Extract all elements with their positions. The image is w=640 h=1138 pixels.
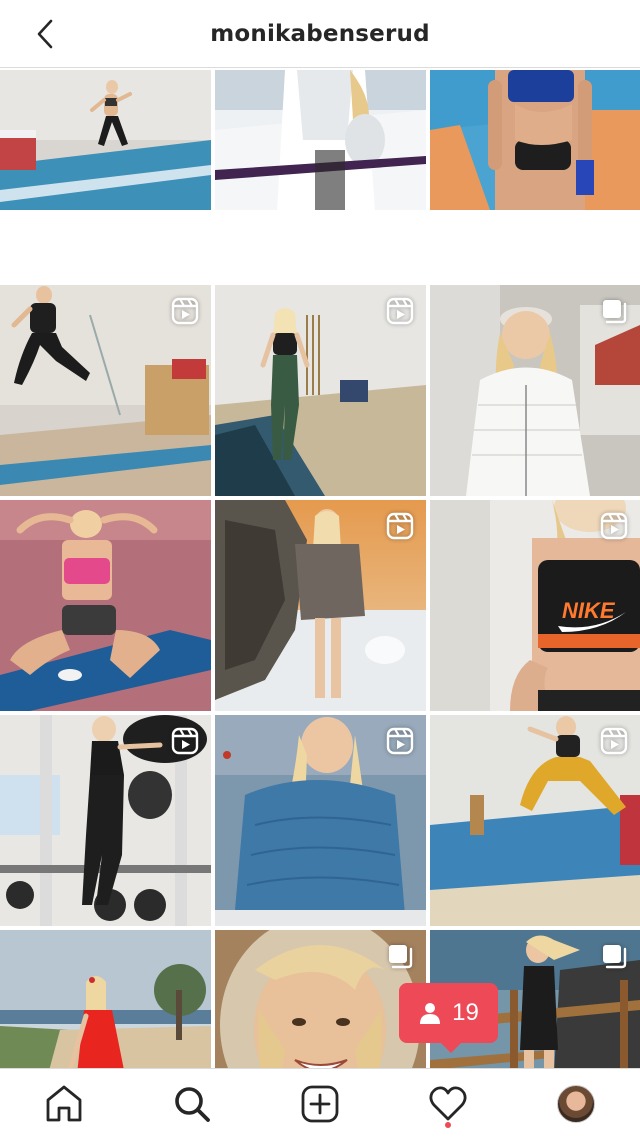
bottom-tab-bar: [0, 1068, 640, 1138]
reels-icon: [600, 512, 628, 540]
post-image: [0, 930, 211, 1068]
post-tile[interactable]: NIKE: [430, 500, 640, 711]
post-tile[interactable]: [215, 715, 426, 926]
post-tile[interactable]: [0, 70, 211, 281]
post-image: [430, 70, 640, 210]
carousel-icon: [600, 297, 628, 325]
chevron-left-icon: [37, 19, 53, 49]
reels-icon: [600, 727, 628, 755]
reels-icon: [171, 727, 199, 755]
tab-home[interactable]: [34, 1074, 94, 1134]
post-tile[interactable]: [215, 70, 426, 281]
notification-count: 19: [452, 999, 479, 1026]
header-bar: monikabenserud: [0, 0, 640, 68]
tab-new-post[interactable]: [290, 1074, 350, 1134]
tab-activity[interactable]: [418, 1074, 478, 1134]
post-tile[interactable]: [215, 930, 426, 1068]
reels-icon: [386, 297, 414, 325]
reels-icon: [386, 727, 414, 755]
post-tile[interactable]: [430, 70, 640, 281]
post-tile[interactable]: [0, 715, 211, 926]
carousel-icon: [386, 942, 414, 970]
post-image: [215, 70, 426, 210]
new-post-icon: [301, 1085, 339, 1122]
activity-dot: [445, 1121, 451, 1128]
carousel-icon: [600, 942, 628, 970]
post-tile[interactable]: [430, 285, 640, 496]
post-tile[interactable]: [430, 715, 640, 926]
activity-heart-icon: [429, 1085, 467, 1120]
nike-logo-text: NIKE: [562, 598, 616, 623]
reels-icon: [171, 297, 199, 325]
post-tile[interactable]: [215, 500, 426, 711]
reels-icon: [386, 512, 414, 540]
tab-search[interactable]: [162, 1074, 222, 1134]
new-followers-notification[interactable]: 19: [399, 983, 498, 1053]
tab-profile[interactable]: [546, 1074, 606, 1134]
profile-avatar: [557, 1084, 595, 1123]
back-button[interactable]: [28, 16, 62, 52]
home-icon: [46, 1085, 82, 1121]
post-tile[interactable]: [0, 500, 211, 711]
post-tile[interactable]: [0, 930, 211, 1068]
profile-username-title: monikabenserud: [210, 20, 430, 47]
post-tile[interactable]: [215, 285, 426, 496]
posts-grid: NIKE: [0, 70, 640, 1068]
person-icon: [420, 1003, 441, 1024]
search-icon: [175, 1086, 210, 1122]
post-image: [0, 70, 211, 210]
post-image: [0, 500, 211, 711]
post-tile[interactable]: [0, 285, 211, 496]
